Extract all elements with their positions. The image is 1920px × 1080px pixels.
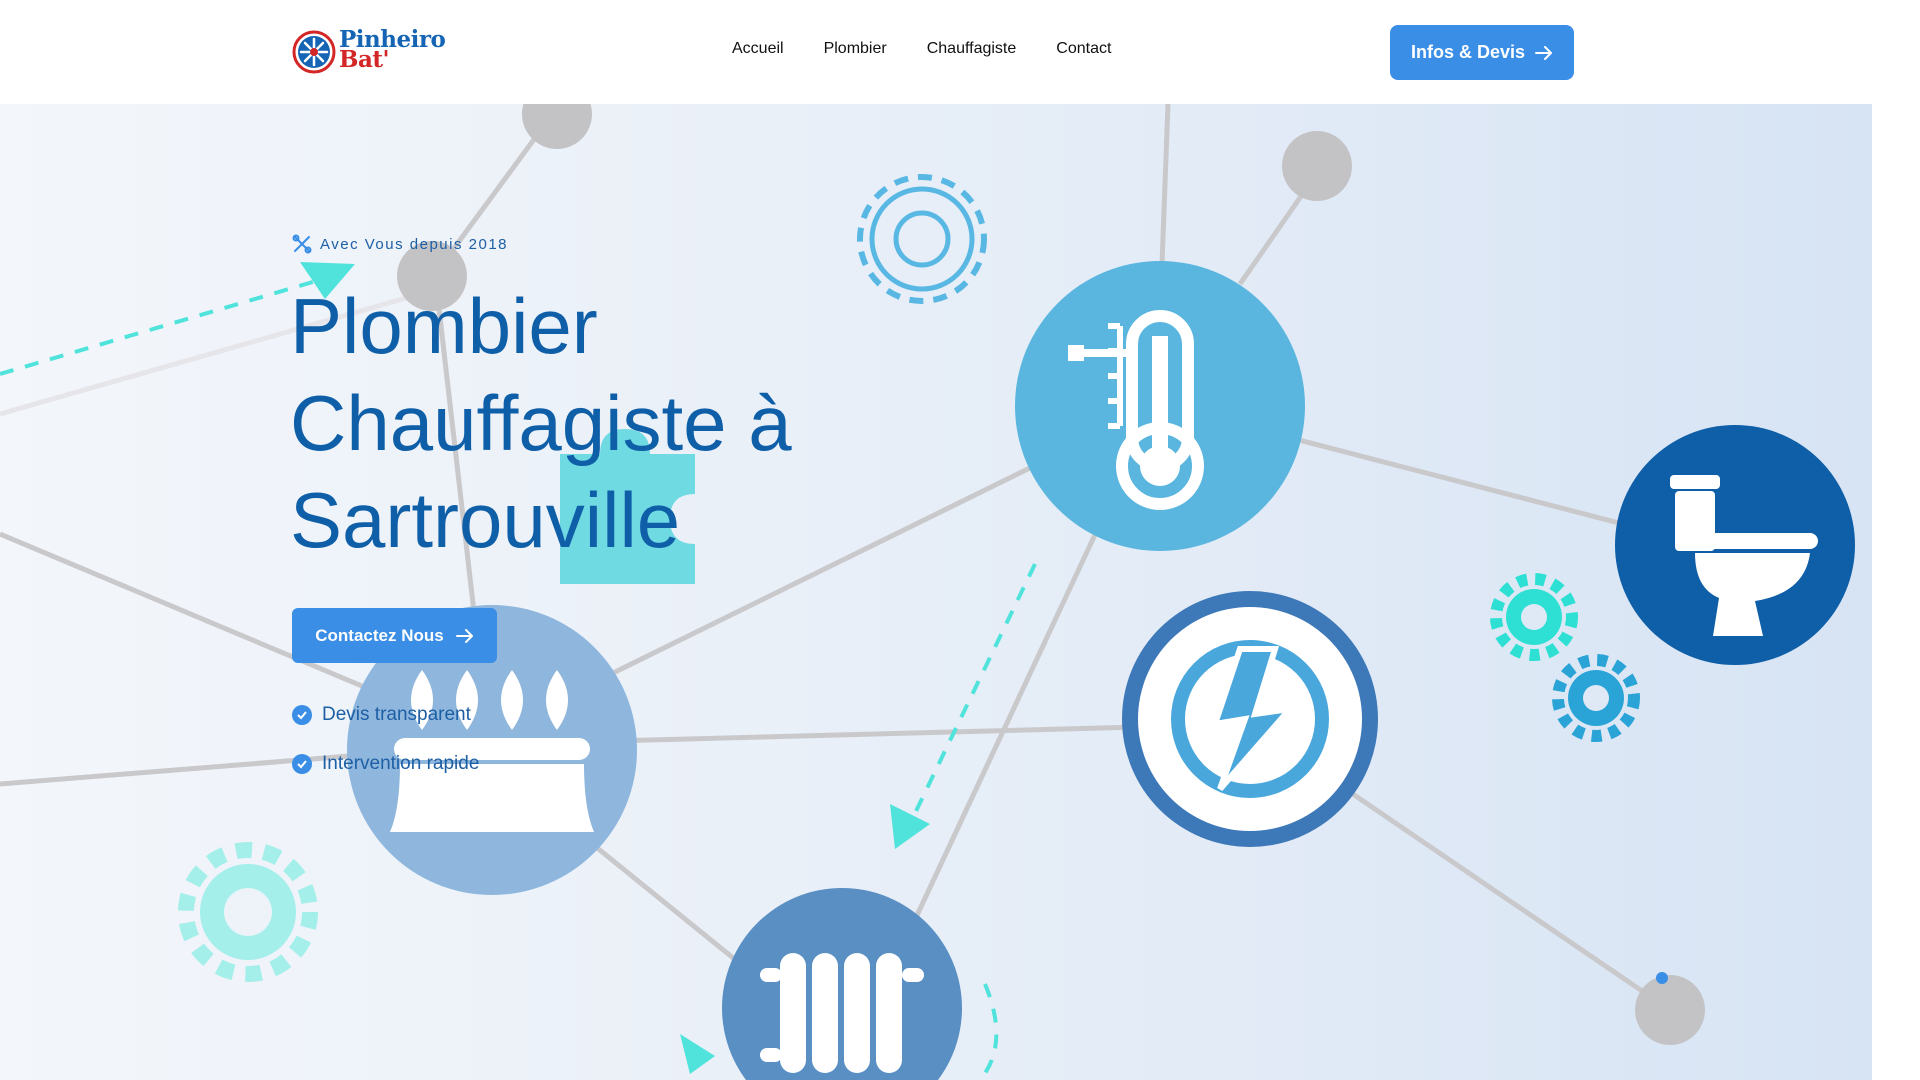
check-icon bbox=[292, 754, 312, 774]
nav-accueil[interactable]: Accueil bbox=[732, 40, 784, 58]
hero-title-line3: Sartrouville bbox=[290, 476, 681, 564]
tools-icon bbox=[292, 234, 312, 254]
main-nav: Accueil Plombier Chauffagiste Contact bbox=[732, 40, 1151, 58]
nav-chauffagiste[interactable]: Chauffagiste bbox=[927, 40, 1017, 58]
nav-plombier[interactable]: Plombier bbox=[824, 40, 887, 58]
hero-title-line2: Chauffagiste à bbox=[290, 379, 792, 467]
check-icon bbox=[292, 705, 312, 725]
feature-label: Devis transparent bbox=[322, 704, 471, 725]
gear-icon bbox=[178, 842, 318, 982]
logo-text: Pinheiro Bat' bbox=[339, 28, 446, 71]
hero-title-line1: Plombier bbox=[290, 282, 598, 370]
page-margin bbox=[1872, 104, 1920, 1080]
lightning-icon bbox=[1122, 591, 1378, 847]
feature-item: Devis transparent bbox=[292, 704, 471, 726]
gear-icon bbox=[1490, 573, 1578, 661]
hero-title: Plombier Chauffagiste à Sartrouville bbox=[290, 278, 930, 569]
network-illustration bbox=[0, 104, 1855, 1080]
site-header: Pinheiro Bat' Accueil Plombier Chauffagi… bbox=[0, 0, 1920, 104]
blue-dot bbox=[1656, 972, 1668, 984]
feature-item: Intervention rapide bbox=[292, 753, 479, 775]
thermometer-icon bbox=[1015, 261, 1305, 551]
toilet-icon bbox=[1615, 425, 1855, 665]
hero-section: Avec Vous depuis 2018 Plombier Chauffagi… bbox=[0, 104, 1872, 1080]
contactez-nous-label: Contactez Nous bbox=[315, 625, 444, 645]
arrow-right-icon bbox=[455, 628, 473, 643]
radiator-icon bbox=[722, 888, 962, 1080]
teal-arrowhead bbox=[890, 804, 930, 849]
infos-devis-label: Infos & Devis bbox=[1410, 42, 1526, 62]
logo-emblem-icon bbox=[292, 30, 336, 74]
contactez-nous-button[interactable]: Contactez Nous bbox=[292, 608, 497, 663]
site-logo[interactable]: Pinheiro Bat' bbox=[292, 28, 446, 78]
hero-eyebrow: Avec Vous depuis 2018 bbox=[292, 234, 508, 254]
hero-eyebrow-text: Avec Vous depuis 2018 bbox=[320, 235, 509, 253]
feature-label: Intervention rapide bbox=[322, 753, 480, 774]
teal-arrowhead bbox=[680, 1034, 715, 1074]
arrow-right-icon bbox=[1535, 45, 1553, 60]
gear-icon bbox=[1552, 654, 1640, 742]
infos-devis-button[interactable]: Infos & Devis bbox=[1390, 25, 1574, 80]
nav-contact[interactable]: Contact bbox=[1056, 40, 1111, 58]
